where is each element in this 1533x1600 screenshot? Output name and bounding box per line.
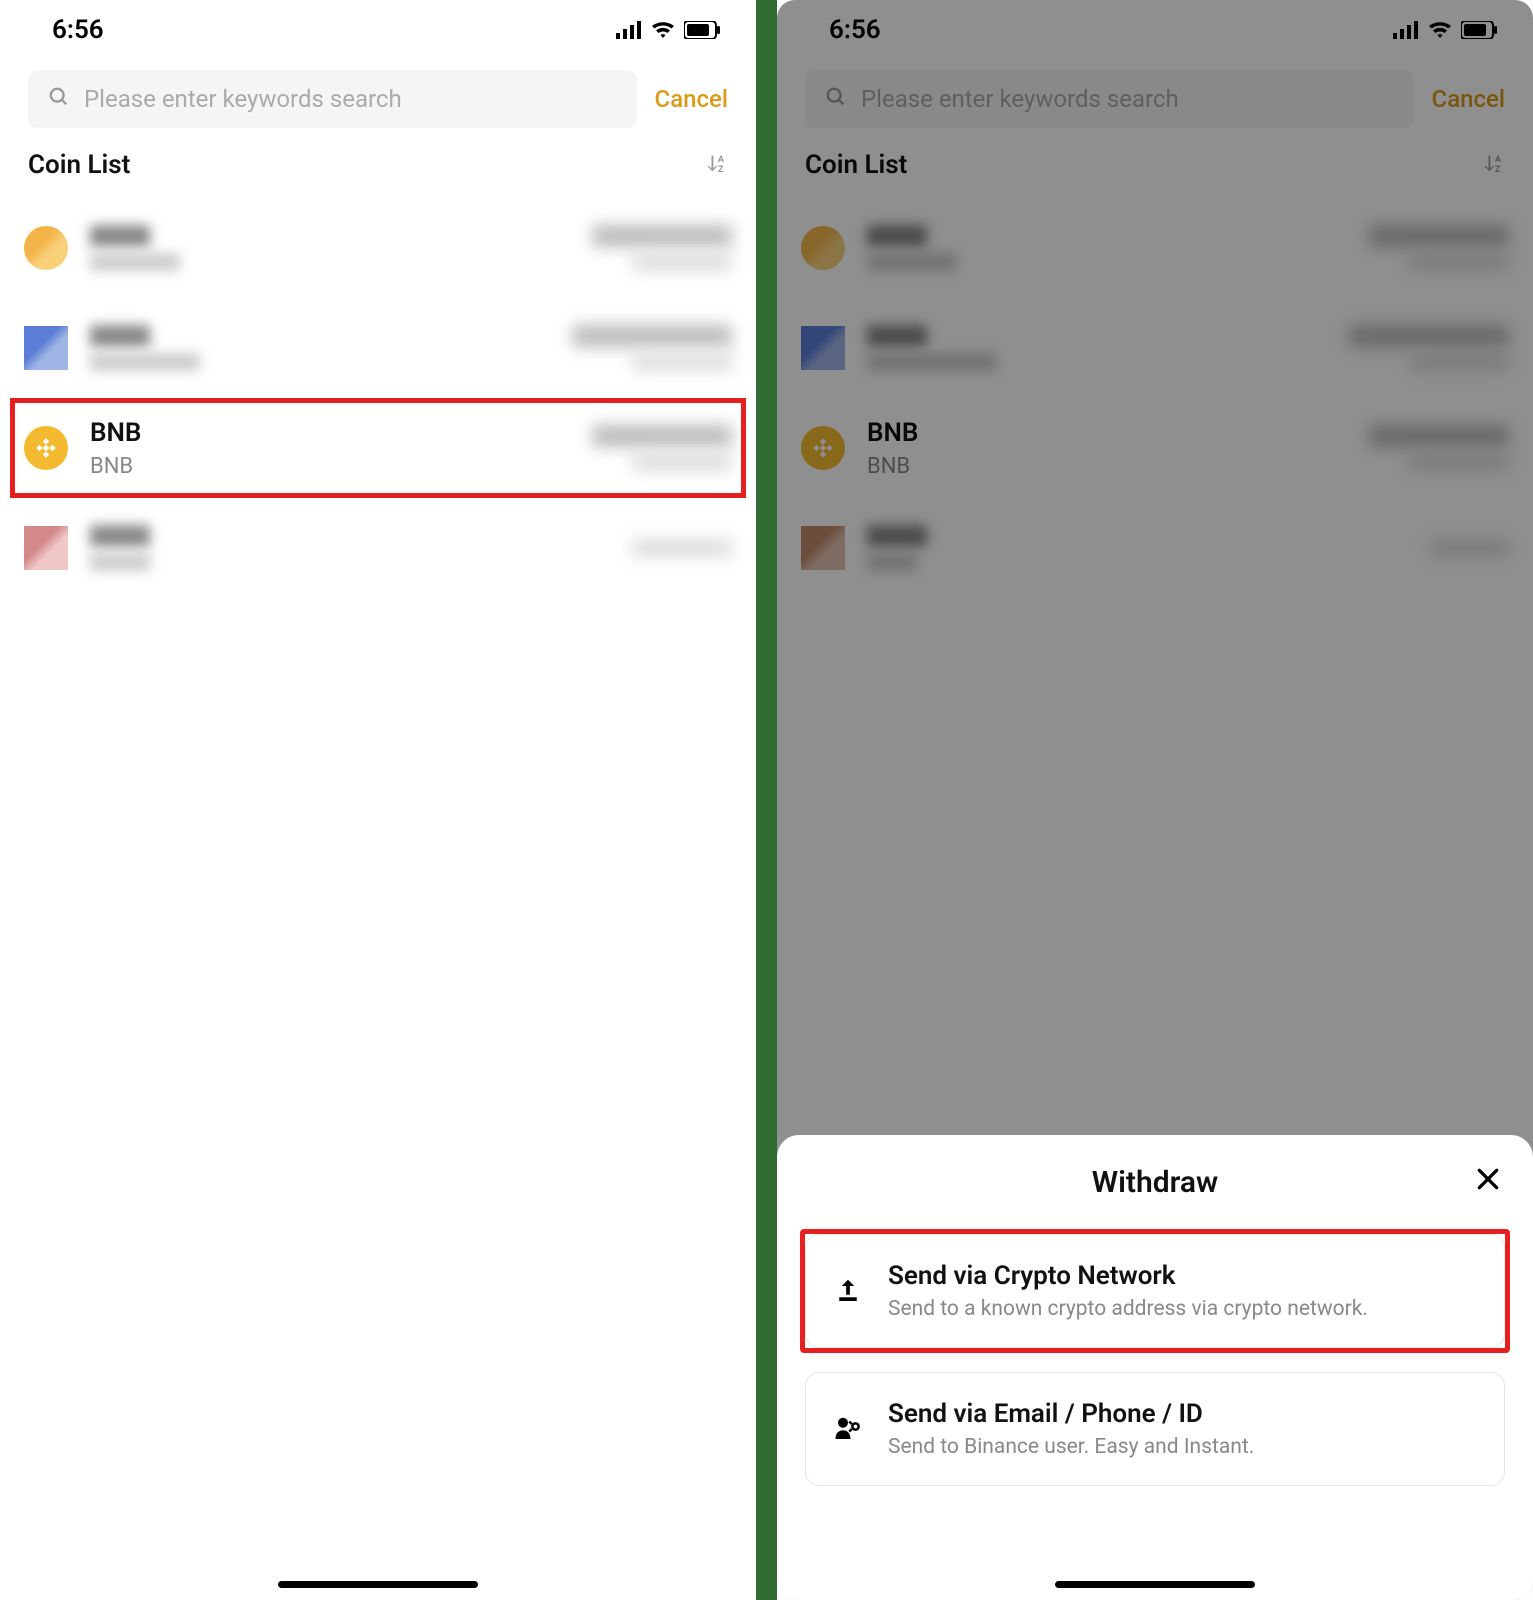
coin-name-blurred bbox=[867, 353, 997, 371]
coin-amount-blurred bbox=[1349, 325, 1509, 347]
status-icons bbox=[616, 20, 720, 40]
status-time: 6:56 bbox=[829, 15, 881, 45]
coin-row-bnb[interactable]: BNB BNB bbox=[0, 398, 756, 498]
coin-row-bnb[interactable]: BNB BNB bbox=[777, 398, 1533, 498]
coin-value-blurred bbox=[632, 353, 732, 371]
coin-row-blurred[interactable] bbox=[0, 498, 756, 598]
coin-value-blurred bbox=[632, 453, 732, 471]
battery-icon bbox=[1461, 21, 1497, 39]
phone-screen-left: 6:56 Cancel Coin List AZ bbox=[0, 0, 756, 1600]
sort-az-icon[interactable]: AZ bbox=[1483, 152, 1505, 178]
search-icon bbox=[825, 86, 847, 112]
svg-text:A: A bbox=[718, 155, 725, 165]
search-input[interactable] bbox=[861, 85, 1394, 113]
coin-name-blurred bbox=[867, 253, 957, 271]
bnb-coin-icon bbox=[801, 426, 845, 470]
option-subtitle: Send to a known crypto address via crypt… bbox=[888, 1297, 1368, 1321]
coin-symbol-blurred bbox=[90, 525, 150, 547]
coin-list-title: Coin List bbox=[805, 150, 907, 180]
coin-amount-blurred bbox=[632, 539, 732, 557]
home-indicator[interactable] bbox=[1055, 1581, 1255, 1588]
coin-name: BNB bbox=[867, 454, 918, 479]
status-bar: 6:56 bbox=[0, 0, 756, 60]
option-title: Send via Email / Phone / ID bbox=[888, 1399, 1254, 1429]
coin-symbol: BNB bbox=[90, 418, 141, 448]
coin-row-blurred[interactable] bbox=[777, 498, 1533, 598]
status-icons bbox=[1393, 20, 1497, 40]
search-input[interactable] bbox=[84, 85, 617, 113]
coin-icon bbox=[24, 326, 68, 370]
option-title: Send via Crypto Network bbox=[888, 1261, 1368, 1291]
coin-amount-blurred bbox=[1369, 225, 1509, 247]
sort-az-icon[interactable]: AZ bbox=[706, 152, 728, 178]
coin-list-header: Coin List AZ bbox=[777, 138, 1533, 198]
coin-row-blurred[interactable] bbox=[0, 298, 756, 398]
battery-icon bbox=[684, 21, 720, 39]
sheet-title: Withdraw bbox=[1092, 1165, 1218, 1200]
coin-value-blurred bbox=[632, 253, 732, 271]
coin-row-blurred[interactable] bbox=[777, 298, 1533, 398]
upload-icon bbox=[830, 1276, 866, 1306]
coin-name-blurred bbox=[90, 553, 150, 571]
option-subtitle: Send to Binance user. Easy and Instant. bbox=[888, 1435, 1254, 1459]
close-icon[interactable] bbox=[1475, 1165, 1501, 1200]
cancel-button[interactable]: Cancel bbox=[1432, 85, 1505, 113]
coin-icon bbox=[24, 526, 68, 570]
coin-row-blurred[interactable] bbox=[0, 198, 756, 298]
wifi-icon bbox=[1427, 20, 1453, 40]
screenshot-divider bbox=[756, 0, 777, 1600]
phone-screen-right: 6:56 Cancel Coin List AZ bbox=[777, 0, 1533, 1600]
coin-amount-blurred bbox=[572, 325, 732, 347]
cellular-signal-icon bbox=[616, 21, 642, 39]
coin-name: BNB bbox=[90, 454, 141, 479]
send-email-phone-id-option[interactable]: Send via Email / Phone / ID Send to Bina… bbox=[805, 1372, 1505, 1486]
coin-amount-blurred bbox=[1429, 539, 1509, 557]
coin-row-blurred[interactable] bbox=[777, 198, 1533, 298]
sheet-header: Withdraw bbox=[805, 1165, 1505, 1200]
coin-symbol: BNB bbox=[867, 418, 918, 448]
coin-list-header: Coin List AZ bbox=[0, 138, 756, 198]
coin-icon bbox=[24, 226, 68, 270]
wifi-icon bbox=[650, 20, 676, 40]
cancel-button[interactable]: Cancel bbox=[655, 85, 728, 113]
coin-value-blurred bbox=[1409, 453, 1509, 471]
coin-icon bbox=[801, 526, 845, 570]
coin-list: BNB BNB bbox=[777, 198, 1533, 598]
withdraw-bottom-sheet: Withdraw Send via Crypto Network Send to… bbox=[777, 1135, 1533, 1600]
coin-symbol-blurred bbox=[867, 225, 927, 247]
search-box[interactable] bbox=[805, 70, 1414, 128]
coin-symbol-blurred bbox=[90, 325, 150, 347]
person-transfer-icon bbox=[830, 1414, 866, 1444]
home-indicator[interactable] bbox=[278, 1581, 478, 1588]
coin-value-blurred bbox=[1409, 253, 1509, 271]
coin-name-blurred bbox=[90, 253, 180, 271]
coin-value-blurred bbox=[1409, 353, 1509, 371]
coin-name-blurred bbox=[90, 353, 200, 371]
send-crypto-network-option[interactable]: Send via Crypto Network Send to a known … bbox=[805, 1234, 1505, 1348]
coin-symbol-blurred bbox=[867, 325, 927, 347]
coin-icon bbox=[801, 326, 845, 370]
coin-list: BNB BNB bbox=[0, 198, 756, 598]
coin-list-title: Coin List bbox=[28, 150, 130, 180]
coin-symbol-blurred bbox=[90, 225, 150, 247]
search-row: Cancel bbox=[777, 60, 1533, 138]
svg-text:Z: Z bbox=[718, 165, 724, 174]
coin-name-blurred bbox=[867, 553, 917, 571]
search-row: Cancel bbox=[0, 60, 756, 138]
search-icon bbox=[48, 86, 70, 112]
coin-icon bbox=[801, 226, 845, 270]
status-bar: 6:56 bbox=[777, 0, 1533, 60]
coin-amount-blurred bbox=[592, 225, 732, 247]
svg-text:A: A bbox=[1495, 155, 1502, 165]
bnb-coin-icon bbox=[24, 426, 68, 470]
coin-amount-blurred bbox=[1369, 425, 1509, 447]
search-box[interactable] bbox=[28, 70, 637, 128]
status-time: 6:56 bbox=[52, 15, 104, 45]
svg-text:Z: Z bbox=[1495, 165, 1501, 174]
cellular-signal-icon bbox=[1393, 21, 1419, 39]
coin-symbol-blurred bbox=[867, 525, 927, 547]
coin-amount-blurred bbox=[592, 425, 732, 447]
